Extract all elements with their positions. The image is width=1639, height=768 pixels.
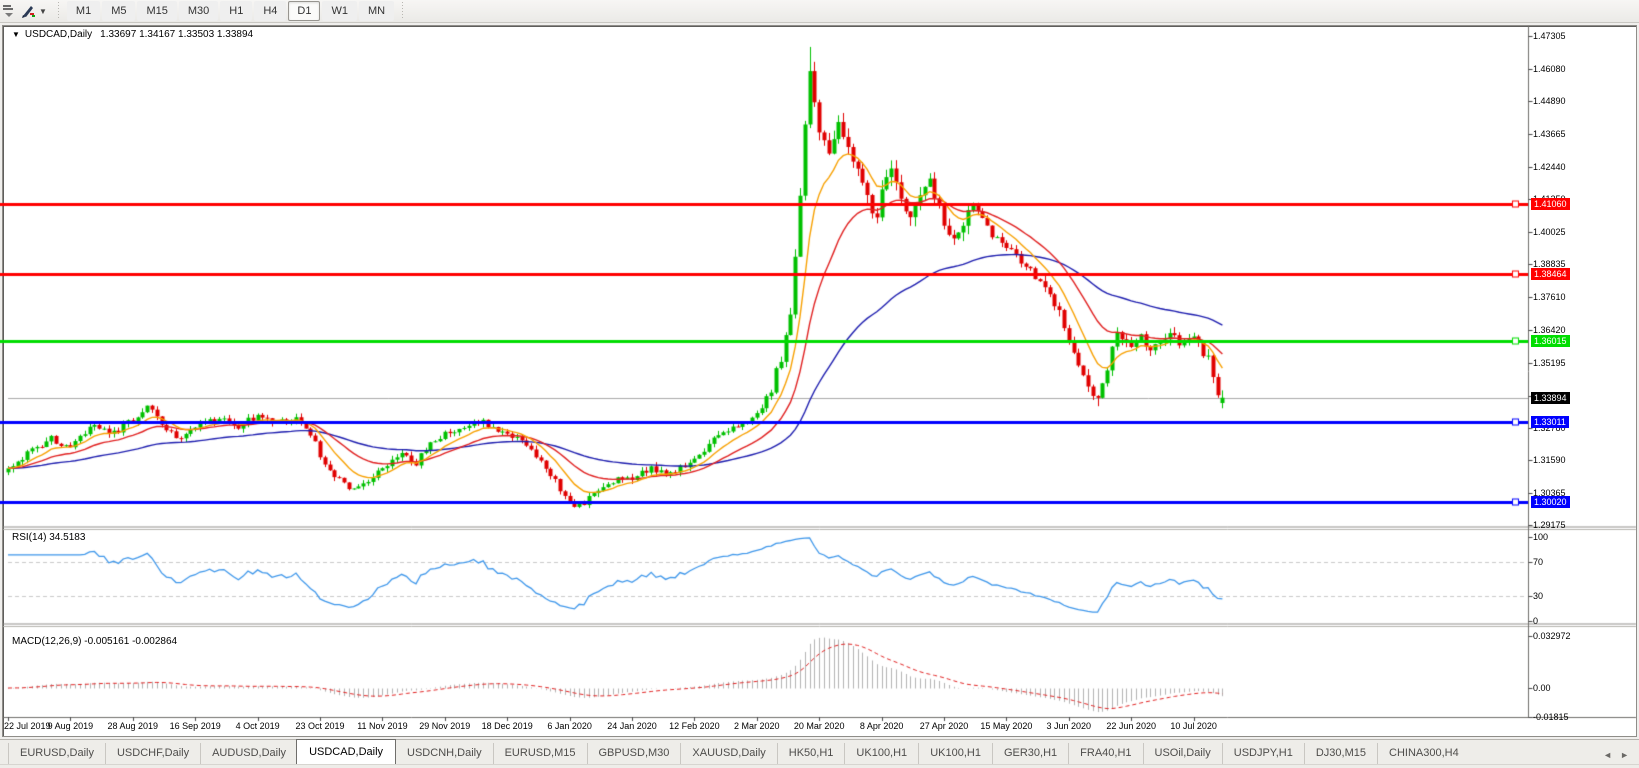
price-chart-canvas[interactable]: [0, 0, 1639, 768]
symbol-period-label: USDCAD,Daily: [25, 29, 92, 40]
rsi-label: RSI(14) 34.5183: [12, 532, 85, 543]
chart-title: ▼ USDCAD,Daily 1.33697 1.34167 1.33503 1.3…: [12, 29, 253, 40]
ohlc-values: 1.33697 1.34167 1.33503 1.33894: [100, 29, 253, 40]
macd-label: MACD(12,26,9) -0.005161 -0.002864: [12, 636, 177, 647]
collapse-triangle-icon[interactable]: ▼: [12, 30, 20, 39]
trading-platform-window: ▼ M1M5M15M30H1H4D1W1MN ▼USDCAD,Daily1.33…: [0, 0, 1639, 768]
symbol-tab[interactable]: USDCAD,Daily: [296, 739, 396, 764]
